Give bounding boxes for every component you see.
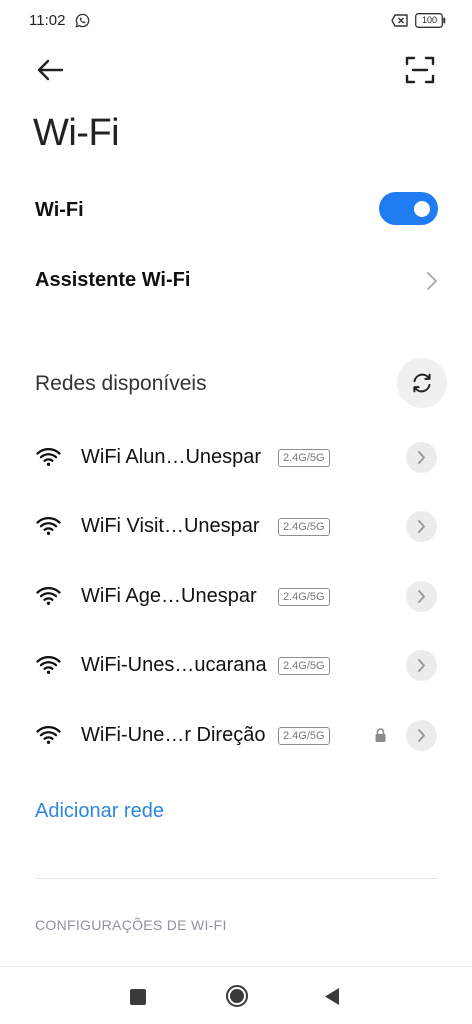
add-network-link[interactable]: Adicionar rede — [35, 800, 164, 823]
network-details-button[interactable] — [406, 650, 437, 681]
arrow-left-icon[interactable] — [32, 55, 68, 85]
network-row[interactable]: WiFi Alun…Unespar 2.4G/5G — [0, 429, 472, 489]
network-name: WiFi Alun…Unespar — [81, 446, 262, 468]
home-icon[interactable] — [225, 984, 249, 1008]
wifi-settings-screen: 11:02 100 Wi-Fi Wi-Fi Assistente Wi-Fi R… — [0, 0, 472, 1024]
wifi-signal-icon — [36, 655, 61, 674]
wifi-toggle-label: Wi-Fi — [35, 199, 84, 221]
refresh-icon — [413, 373, 431, 393]
band-badge: 2.4G/5G — [278, 449, 330, 467]
network-details-button[interactable] — [406, 581, 437, 612]
wifi-signal-icon — [36, 447, 61, 466]
divider — [35, 878, 438, 879]
chevron-right-icon — [418, 451, 425, 464]
network-row[interactable]: WiFi Age…Unespar 2.4G/5G — [0, 568, 472, 628]
wifi-settings-header: CONFIGURAÇÕES DE WI-FI — [35, 917, 227, 933]
status-bar: 11:02 100 — [0, 0, 472, 42]
wifi-signal-icon — [36, 586, 61, 605]
status-time: 11:02 — [29, 12, 66, 29]
toggle-knob — [414, 201, 430, 217]
network-name: WiFi Visit…Unespar — [81, 515, 260, 537]
chevron-right-icon — [418, 520, 425, 533]
network-details-button[interactable] — [406, 720, 437, 751]
chevron-right-icon — [418, 729, 425, 742]
page-title: Wi-Fi — [33, 112, 120, 154]
chevron-right-icon — [418, 590, 425, 603]
available-networks-title: Redes disponíveis — [35, 372, 207, 395]
network-row[interactable]: WiFi Visit…Unespar 2.4G/5G — [0, 498, 472, 558]
wifi-signal-icon — [36, 725, 61, 744]
whatsapp-icon — [75, 13, 90, 28]
band-badge: 2.4G/5G — [278, 657, 330, 675]
band-badge: 2.4G/5G — [278, 588, 330, 606]
network-row[interactable]: WiFi-Une…r Direção 2.4G/5G — [0, 707, 472, 767]
chevron-right-icon — [418, 659, 425, 672]
wifi-toggle-row[interactable]: Wi-Fi — [0, 180, 472, 240]
network-name: WiFi Age…Unespar — [81, 585, 257, 607]
wifi-assistant-row[interactable]: Assistente Wi-Fi — [0, 252, 472, 308]
lock-icon — [375, 728, 386, 742]
recents-icon[interactable] — [130, 989, 146, 1005]
battery-level: 100 — [421, 15, 438, 25]
battery-icon: 100 — [415, 13, 446, 28]
network-name: WiFi-Unes…ucarana — [81, 654, 267, 676]
back-icon[interactable] — [324, 987, 340, 1006]
wifi-assistant-label: Assistente Wi-Fi — [35, 269, 191, 291]
wifi-toggle-switch[interactable] — [379, 192, 438, 225]
qr-scan-icon[interactable] — [403, 54, 437, 86]
network-name: WiFi-Une…r Direção — [81, 724, 266, 746]
network-row[interactable]: WiFi-Unes…ucarana 2.4G/5G — [0, 637, 472, 697]
navigation-bar — [0, 966, 472, 1024]
band-badge: 2.4G/5G — [278, 518, 330, 536]
band-badge: 2.4G/5G — [278, 727, 330, 745]
wifi-signal-icon — [36, 516, 61, 535]
network-details-button[interactable] — [406, 511, 437, 542]
sim-off-icon — [391, 14, 408, 27]
network-details-button[interactable] — [406, 442, 437, 473]
chevron-right-icon — [427, 272, 437, 290]
refresh-button[interactable] — [397, 358, 447, 408]
